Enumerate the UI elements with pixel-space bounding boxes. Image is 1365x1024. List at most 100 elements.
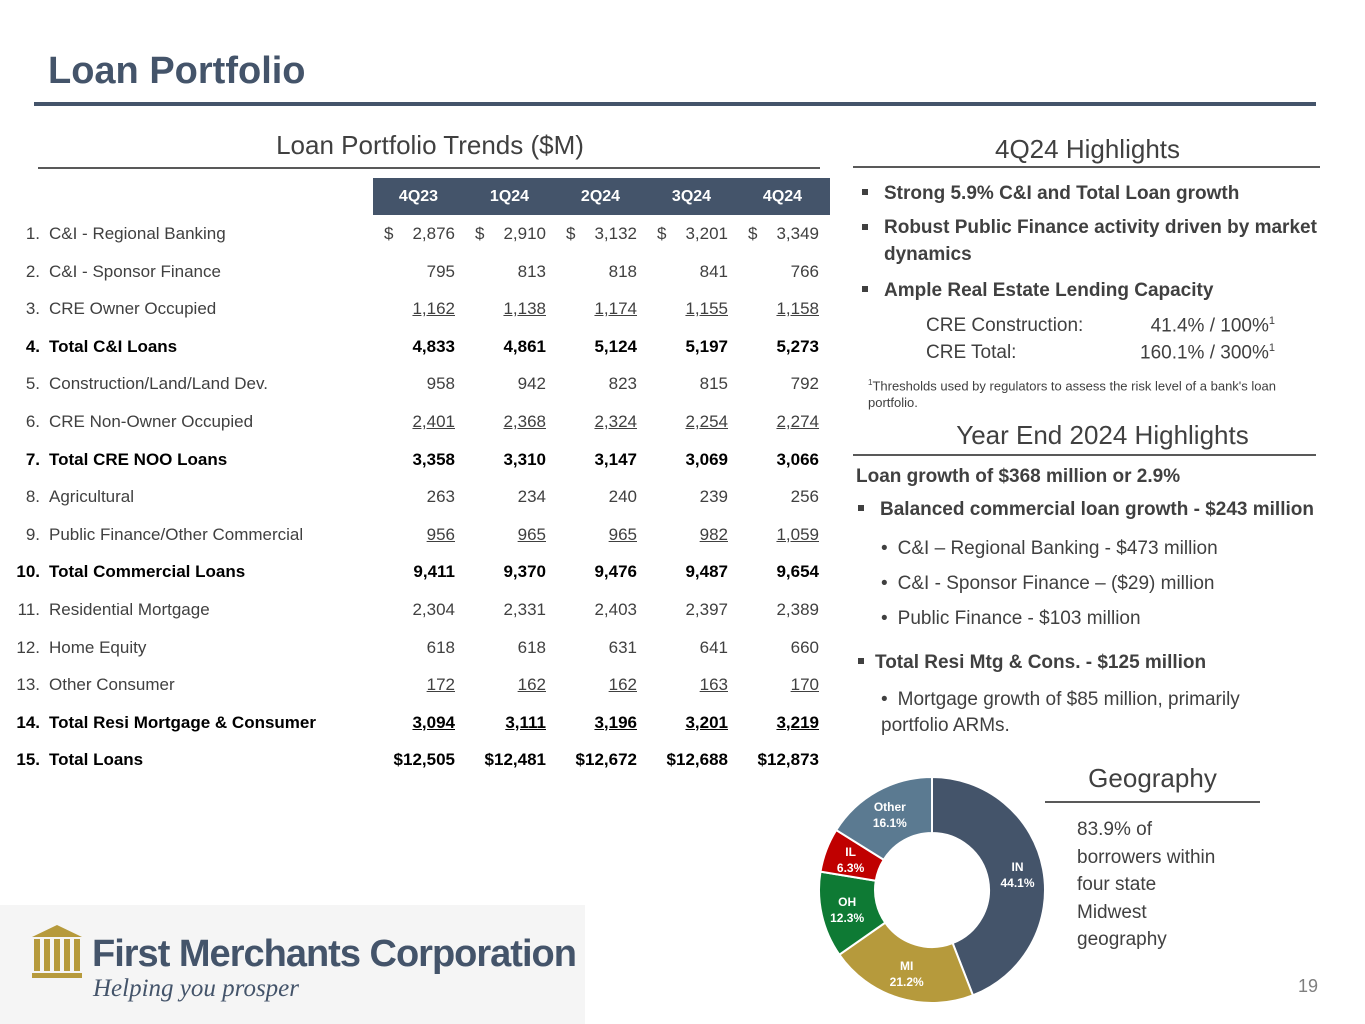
table-row: 4. Total C&I Loans 4,833 4,861 5,124 5,197 5,2… — [0, 329, 820, 366]
table-cell: 2,368 — [503, 412, 546, 431]
table-cell: 263 — [426, 487, 455, 507]
table-cell: 240 — [608, 487, 637, 507]
table-section-title: Loan Portfolio Trends ($M) — [276, 130, 584, 160]
table-cell: 813 — [517, 261, 546, 281]
table-cell: 256 — [790, 487, 819, 507]
row-number: 1. — [25, 224, 40, 243]
cre-total-value: 160.1% / 300%1 — [1140, 342, 1275, 364]
logo-wordmark: First Merchants Corporation — [92, 933, 577, 975]
cre-construction-value: 41.4% / 100%1 — [1150, 315, 1275, 337]
column-header: 1Q24 — [489, 188, 530, 205]
donut-label-in-name: IN — [1012, 860, 1024, 874]
table-cell: 1,162 — [412, 299, 455, 319]
geography-title: Geography — [1088, 763, 1217, 793]
table-cell: 239 — [699, 487, 728, 507]
table-cell: 792 — [790, 374, 819, 394]
table-row: 10. Total Commercial Loans 9,411 9,370 9,476… — [0, 554, 820, 591]
row-number: 4. — [25, 336, 40, 356]
row-label: Total Resi Mortgage & Consumer — [49, 712, 316, 732]
dollar-sign: $ — [566, 224, 576, 243]
table-cell: 162 — [517, 675, 546, 695]
row-label: Total Loans — [49, 750, 144, 770]
table-cell: 942 — [517, 374, 546, 394]
square-bullet-icon — [862, 188, 868, 195]
row-number: 14. — [16, 712, 40, 732]
row-label: Other Consumer — [49, 675, 175, 695]
table-cell: 815 — [699, 374, 728, 394]
highlight-bullet: Strong 5.9% C&I and Total Loan growth — [862, 183, 1342, 205]
table-cell: 2,254 — [685, 412, 728, 431]
table-row: 7. Total CRE NOO Loans 3,358 3,310 3,147 3,06… — [0, 442, 820, 479]
row-number: 9. — [25, 524, 40, 544]
square-bullet-icon — [862, 285, 868, 292]
table-cell: 2,401 — [412, 412, 455, 431]
table-cell: 641 — [699, 637, 728, 657]
row-number: 12. — [16, 637, 40, 657]
donut-label-il-name: IL — [845, 845, 856, 859]
highlight-bullet: Robust Public Finance activity driven by… — [862, 217, 1342, 268]
table-cell: 3,094 — [412, 712, 455, 732]
table-cell: 2,389 — [776, 600, 819, 619]
row-number: 8. — [25, 487, 40, 507]
table-cell: 1,155 — [685, 299, 728, 319]
table-cell: 1,138 — [503, 299, 546, 319]
table-cell: 618 — [517, 637, 546, 657]
row-number: 5. — [25, 374, 40, 394]
column-header: 4Q23 — [398, 188, 439, 205]
table-cell: 823 — [608, 374, 637, 394]
table-row: 5. Construction/Land/Land Dev. 958 942 823 81… — [0, 366, 820, 403]
table-cell: $12,873 — [757, 750, 819, 770]
donut-label-il-value: 6.3% — [837, 861, 865, 875]
table-cell: 956 — [426, 524, 455, 544]
row-label: Residential Mortgage — [49, 600, 210, 619]
table-cell: 5,273 — [776, 336, 819, 356]
column-header: 2Q24 — [580, 188, 621, 205]
table-cell: $12,688 — [666, 750, 728, 770]
row-label: CRE Non-Owner Occupied — [49, 412, 254, 431]
table-cell: $12,481 — [484, 750, 546, 770]
cre-construction-label: CRE Construction: — [926, 315, 1084, 336]
ye-bullet-commercial: Balanced commercial loan growth - $243 m… — [858, 499, 1314, 521]
ye-sub-bullet: • C&I - Sponsor Finance – ($29) million — [881, 573, 1215, 594]
table-cell: 234 — [517, 487, 546, 507]
table-header: 4Q23 1Q24 2Q24 3Q24 4Q24 — [373, 178, 830, 215]
logo-area: First Merchants Corporation Helping you … — [0, 905, 585, 1024]
table-row: 2. C&I - Sponsor Finance 795 813 818 841 766 — [0, 254, 820, 291]
column-header: 3Q24 — [671, 188, 712, 205]
logo-tagline: Helping you prosper — [93, 975, 299, 1002]
table-cell: 3,358 — [412, 449, 455, 469]
square-bullet-icon — [858, 504, 864, 511]
row-number: 13. — [16, 675, 40, 695]
row-label: Home Equity — [49, 637, 147, 657]
table-cell: 4,833 — [412, 336, 455, 356]
square-bullet-icon — [858, 657, 864, 664]
column-header: 4Q24 — [762, 188, 803, 205]
row-number: 2. — [25, 261, 40, 281]
highlights-ye-title: Year End 2024 Highlights — [956, 420, 1249, 450]
donut-label-other-name: Other — [874, 800, 906, 814]
table-cell: 3,310 — [503, 449, 546, 469]
donut-label-other-value: 16.1% — [873, 816, 907, 830]
row-number: 3. — [25, 299, 40, 319]
table-cell: 3,111 — [505, 712, 546, 732]
table-row: 8. Agricultural 263 234 240 239 256 — [0, 479, 820, 516]
table-cell: 9,487 — [685, 562, 728, 582]
geography-donut-chart: IN 44.1% MI 21.2% OH 12.3% IL 6.3% Other 16.1% — [818, 775, 1046, 1004]
table-cell: $12,505 — [393, 750, 455, 770]
page-title: Loan Portfolio — [48, 50, 306, 92]
table-row: 9. Public Finance/Other Commercial 956 965 9… — [0, 517, 820, 554]
title-divider — [34, 102, 1316, 106]
cre-total-label: CRE Total: — [926, 342, 1017, 363]
table-cell: 1,059 — [776, 524, 819, 544]
table-cell: 841 — [699, 261, 728, 281]
table-cell: 982 — [699, 524, 728, 544]
table-cell: 2,304 — [412, 600, 455, 619]
ye-sub-bullet: • Mortgage growth of $85 million, primari… — [881, 689, 1240, 736]
table-cell: 2,324 — [594, 412, 637, 431]
table-cell: 9,654 — [776, 562, 819, 582]
table-cell: 9,411 — [413, 562, 455, 582]
ye-lead: Loan growth of $368 million or 2.9% — [856, 466, 1181, 487]
table-cell: 3,219 — [776, 712, 819, 732]
table-cell: 618 — [426, 637, 455, 657]
table-cell: 1,158 — [776, 299, 819, 319]
